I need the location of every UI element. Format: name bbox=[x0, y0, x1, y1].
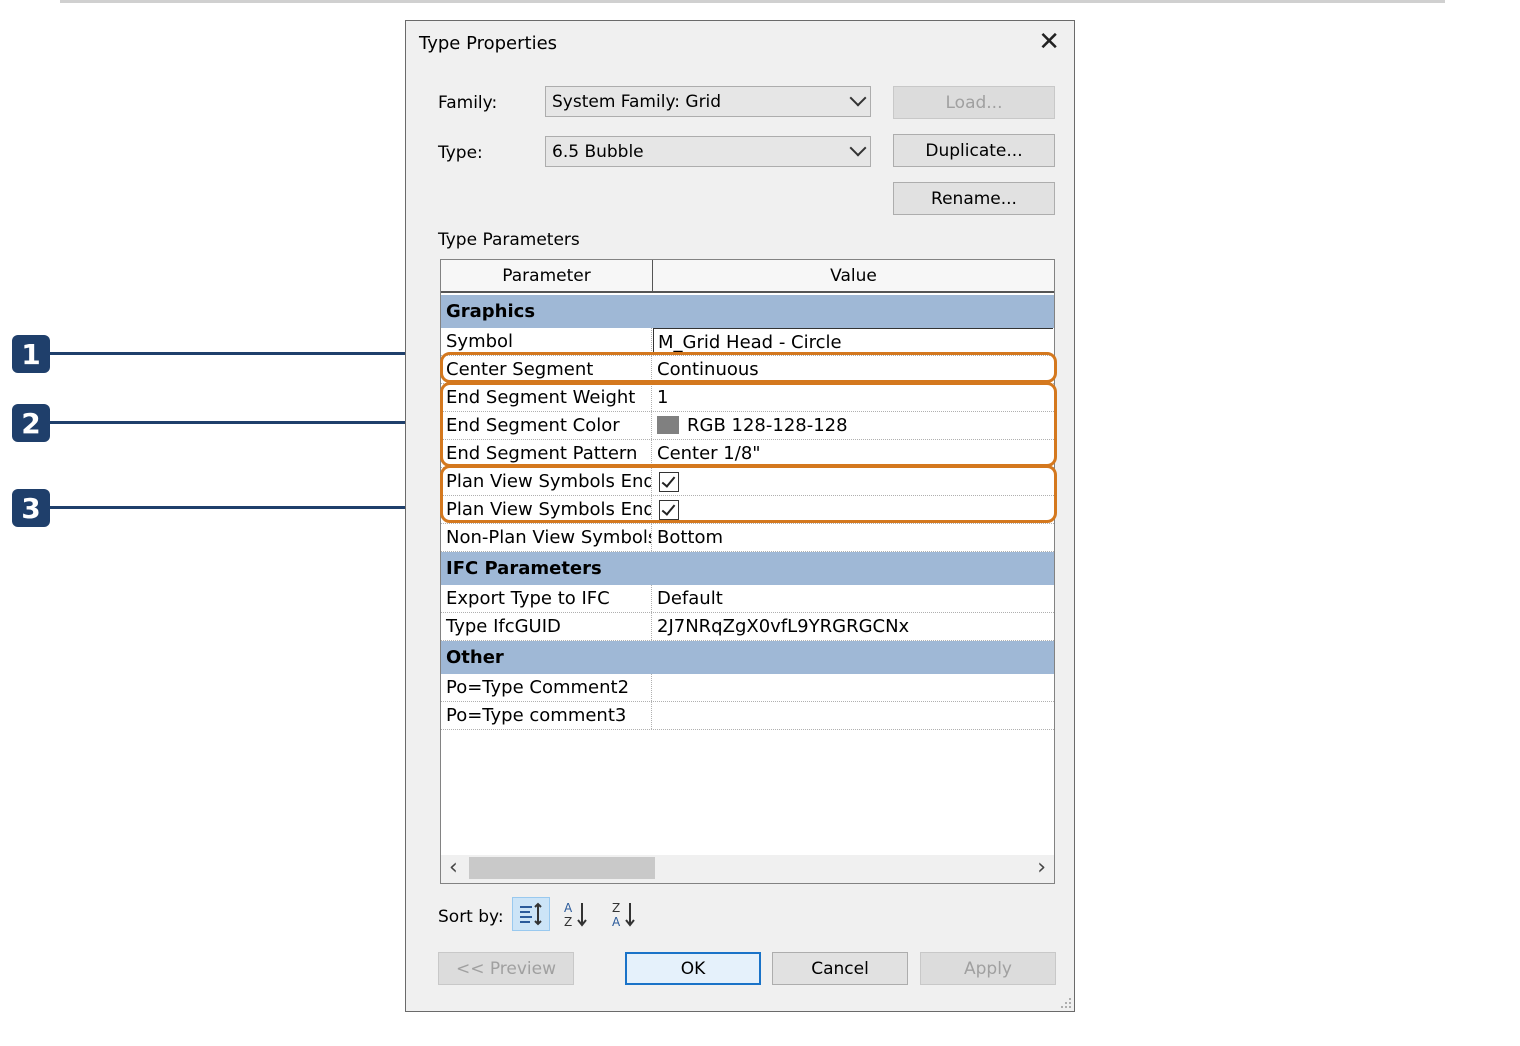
callout-line-1 bbox=[50, 352, 420, 355]
highlight-center-segment bbox=[440, 352, 1057, 383]
param-name: Non-Plan View Symbols ( bbox=[441, 524, 652, 551]
type-dropdown[interactable]: 6.5 Bubble bbox=[545, 136, 871, 167]
family-label: Family: bbox=[438, 93, 498, 113]
table-row[interactable]: Po=Type comment3 bbox=[441, 702, 1054, 730]
dialog-title: Type Properties bbox=[419, 33, 558, 54]
duplicate-button[interactable]: Duplicate... bbox=[893, 134, 1055, 167]
scrollbar-thumb[interactable] bbox=[469, 857, 655, 879]
param-name: Type IfcGUID bbox=[441, 613, 652, 640]
callout-line-3 bbox=[50, 506, 420, 509]
param-name: Po=Type Comment2 bbox=[441, 674, 652, 701]
type-label: Type: bbox=[438, 143, 483, 163]
chevron-down-icon bbox=[849, 89, 867, 107]
family-value: System Family: Grid bbox=[552, 92, 722, 112]
highlight-end-segment bbox=[440, 382, 1057, 467]
group-header-ifc[interactable]: IFC Parameters bbox=[441, 552, 1054, 585]
param-value[interactable] bbox=[653, 674, 1053, 701]
value-column-header[interactable]: Value bbox=[653, 260, 1054, 291]
type-value: 6.5 Bubble bbox=[552, 142, 644, 162]
horizontal-scrollbar[interactable]: ‹ › bbox=[441, 855, 1054, 883]
sort-ascending-icon[interactable]: A Z bbox=[557, 897, 595, 931]
param-name: Po=Type comment3 bbox=[441, 702, 652, 729]
parameter-column-header[interactable]: Parameter bbox=[441, 260, 653, 291]
svg-text:A: A bbox=[612, 915, 621, 928]
group-header-other[interactable]: Other bbox=[441, 641, 1054, 674]
callout-line-2 bbox=[50, 421, 420, 424]
ok-button[interactable]: OK bbox=[625, 952, 761, 985]
resize-grip-icon[interactable] bbox=[1060, 997, 1072, 1009]
svg-text:Z: Z bbox=[564, 915, 572, 928]
table-row[interactable]: Type IfcGUID 2J7NRqZgX0vfL9YRGRGCNx bbox=[441, 613, 1054, 641]
apply-button[interactable]: Apply bbox=[920, 952, 1056, 985]
param-value[interactable]: Bottom bbox=[653, 524, 1053, 551]
param-value[interactable] bbox=[653, 702, 1053, 729]
top-divider bbox=[60, 0, 1445, 3]
param-value[interactable]: M_Grid Head - Circle bbox=[653, 328, 1053, 355]
table-row[interactable]: Po=Type Comment2 bbox=[441, 674, 1054, 702]
highlight-plan-view-symbols bbox=[440, 465, 1057, 523]
callout-badge-2: 2 bbox=[12, 404, 50, 442]
table-row[interactable]: Non-Plan View Symbols ( Bottom bbox=[441, 524, 1054, 552]
sort-descending-icon[interactable]: Z A bbox=[605, 897, 643, 931]
callout-badge-3: 3 bbox=[12, 489, 50, 527]
load-button[interactable]: Load... bbox=[893, 86, 1055, 119]
rename-button[interactable]: Rename... bbox=[893, 182, 1055, 215]
family-dropdown[interactable]: System Family: Grid bbox=[545, 86, 871, 117]
group-header-graphics[interactable]: Graphics bbox=[441, 295, 1054, 328]
param-name: Export Type to IFC bbox=[441, 585, 652, 612]
grid-header: Parameter Value bbox=[441, 260, 1054, 293]
type-properties-dialog: Type Properties ✕ Family: System Family:… bbox=[405, 20, 1075, 1012]
scroll-right-icon[interactable]: › bbox=[1037, 857, 1046, 879]
chevron-down-icon bbox=[849, 139, 867, 157]
param-value[interactable]: 2J7NRqZgX0vfL9YRGRGCNx bbox=[653, 613, 1053, 640]
param-name: Symbol bbox=[441, 328, 652, 355]
table-row[interactable]: Export Type to IFC Default bbox=[441, 585, 1054, 613]
cancel-button[interactable]: Cancel bbox=[772, 952, 908, 985]
preview-button[interactable]: << Preview bbox=[438, 952, 574, 985]
svg-text:Z: Z bbox=[612, 901, 620, 915]
scroll-left-icon[interactable]: ‹ bbox=[449, 857, 458, 879]
close-icon[interactable]: ✕ bbox=[1038, 29, 1060, 55]
callout-badge-1: 1 bbox=[12, 335, 50, 373]
param-value[interactable]: Default bbox=[653, 585, 1053, 612]
svg-text:A: A bbox=[564, 901, 573, 915]
sort-by-label: Sort by: bbox=[438, 907, 504, 927]
grouped-sort-icon[interactable] bbox=[512, 897, 550, 931]
type-parameters-label: Type Parameters bbox=[438, 230, 580, 250]
